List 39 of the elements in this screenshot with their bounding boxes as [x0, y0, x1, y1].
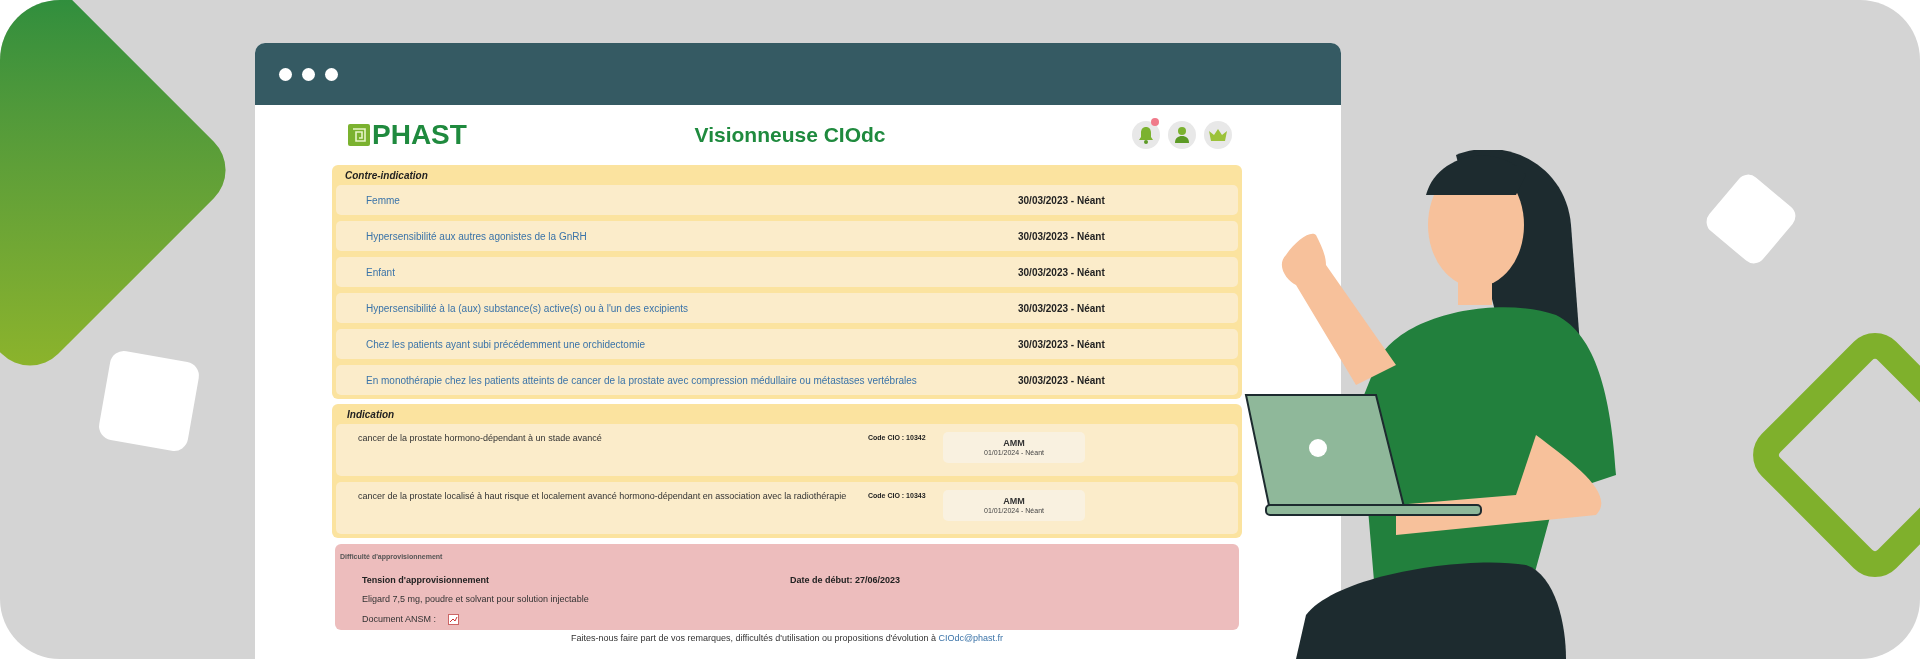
logo-icon [348, 124, 370, 146]
user-icon [1174, 126, 1190, 144]
contraindication-row[interactable]: Chez les patients ayant subi précédemment une orchidectomie 30/03/2023 - Néant [336, 329, 1238, 359]
contraindication-label: Hypersensibilité à la (aux) substance(s) active(s) ou à l'un des excipients [366, 301, 690, 316]
contraindication-row[interactable]: En monothérapie chez les patients atteints de cancer de la prostate avec compression médullaire ou métastases vertébrales 30/03/2023 - Néant [336, 365, 1238, 395]
status-label: AMM [1003, 495, 1025, 507]
feedback-text: Faites-nous faire part de vos remarques, difficultés d'utilisation ou propositions d'évolution à CIOdc@phast.fr [569, 632, 1005, 644]
indication-text: cancer de la prostate hormono-dépendant à un stade avancé [358, 432, 603, 445]
section-heading: Contre-indication [344, 168, 429, 183]
bell-icon [1138, 126, 1154, 144]
contraindication-label: En monothérapie chez les patients atteints de cancer de la prostate avec compression médullaire ou métastases vertébrales [366, 373, 918, 388]
contraindication-label: Hypersensibilité aux autres agonistes de la GnRH [366, 229, 588, 244]
supply-status: Tension d'approvisionnement [362, 573, 490, 587]
document-link-icon[interactable] [448, 613, 460, 625]
contraindication-label: Femme [366, 193, 401, 208]
contraindication-label: Chez les patients ayant subi précédemment une orchidectomie [366, 337, 647, 352]
document-label: Document ANSM : [362, 612, 437, 626]
section-heading: Indication [346, 407, 396, 422]
status-label: AMM [1003, 437, 1025, 449]
validity-date: 30/03/2023 - Néant [1018, 301, 1105, 316]
contraindication-row[interactable]: Enfant 30/03/2023 - Néant [336, 257, 1238, 287]
validity-date: 30/03/2023 - Néant [1018, 229, 1105, 244]
notification-button[interactable] [1132, 121, 1160, 149]
contraindication-row[interactable]: Femme 30/03/2023 - Néant [336, 185, 1238, 215]
validity-date: 30/03/2023 - Néant [1018, 337, 1105, 352]
validity-date: 30/03/2023 - Néant [1018, 373, 1105, 388]
page-title: Visionneuse CIOdc [694, 122, 886, 149]
contraindication-row[interactable]: Hypersensibilité à la (aux) substance(s) active(s) ou à l'un des excipients 30/03/2023 - Néant [336, 293, 1238, 323]
indication-text: cancer de la prostate localisé à haut risque et localement avancé hormono-dépendant en association avec la radiothérapie [358, 490, 848, 503]
profile-button[interactable] [1168, 121, 1196, 149]
validity-date: 30/03/2023 - Néant [1018, 193, 1105, 208]
logo-text: PHAST [372, 121, 467, 149]
email-link[interactable]: CIOdc@phast.fr [938, 633, 1004, 643]
validity-date: 30/03/2023 - Néant [1018, 265, 1105, 280]
product-name: Eligard 7,5 mg, poudre et solvant pour solution injectable [361, 593, 589, 606]
contraindication-row[interactable]: Hypersensibilité aux autres agonistes de la GnRH 30/03/2023 - Néant [336, 221, 1238, 251]
contraindication-label: Enfant [366, 265, 396, 280]
crown-icon [1208, 128, 1228, 142]
start-date: Date de début: 27/06/2023 [790, 573, 901, 587]
